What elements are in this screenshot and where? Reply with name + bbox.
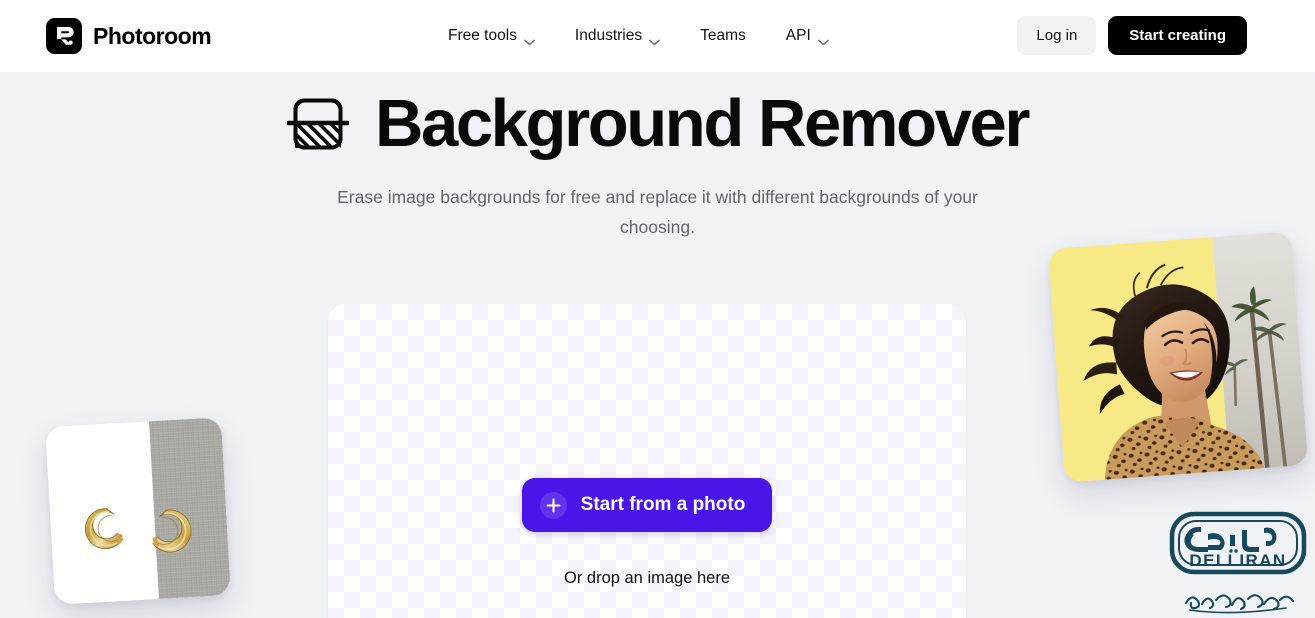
start-creating-button[interactable]: Start creating <box>1108 16 1247 55</box>
chevron-down-icon <box>524 33 535 45</box>
chevron-down-icon <box>649 33 660 45</box>
chevron-down-icon <box>818 33 829 45</box>
earrings-before-after-card <box>45 417 231 605</box>
nav-label: Free tools <box>448 27 517 44</box>
start-from-photo-label: Start from a photo <box>580 494 746 515</box>
nav-item-industries[interactable]: Industries <box>575 0 660 72</box>
portrait-before-after-card <box>1047 231 1309 483</box>
login-button[interactable]: Log in <box>1017 16 1097 55</box>
photoroom-logo-icon <box>46 18 82 54</box>
site-header: Photoroom Free tools Industries Teams AP… <box>0 0 1315 72</box>
background-remover-icon <box>286 94 350 154</box>
delliran-watermark: DELLIRAN <box>1168 508 1308 618</box>
page-root: Photoroom Free tools Industries Teams AP… <box>0 0 1315 618</box>
image-dropzone[interactable]: Start from a photo Or drop an image here <box>328 304 966 618</box>
nav-label: Teams <box>700 27 746 44</box>
nav-item-api[interactable]: API <box>786 0 829 72</box>
watermark-brand-text: DELLIRAN <box>1189 551 1286 570</box>
plus-icon <box>539 491 567 519</box>
dropzone-hint: Or drop an image here <box>563 569 730 587</box>
brand-name: Photoroom <box>93 22 212 49</box>
nav-item-free-tools[interactable]: Free tools <box>448 0 535 72</box>
nav-label: API <box>785 27 811 44</box>
page-title-row: Background Remover <box>0 90 1315 157</box>
header-actions: Log in Start creating <box>1017 16 1247 55</box>
nav-label: Industries <box>574 27 643 44</box>
page-title: Background Remover <box>374 86 1030 161</box>
brand-logo[interactable]: Photoroom <box>46 18 212 54</box>
nav-item-teams[interactable]: Teams <box>700 0 746 72</box>
page-subtitle: Erase image backgrounds for free and rep… <box>337 187 978 237</box>
dropzone-content: Start from a photo Or drop an image here <box>328 304 966 618</box>
main-navigation: Free tools Industries Teams API <box>448 0 829 72</box>
start-from-photo-button[interactable]: Start from a photo <box>521 478 773 532</box>
